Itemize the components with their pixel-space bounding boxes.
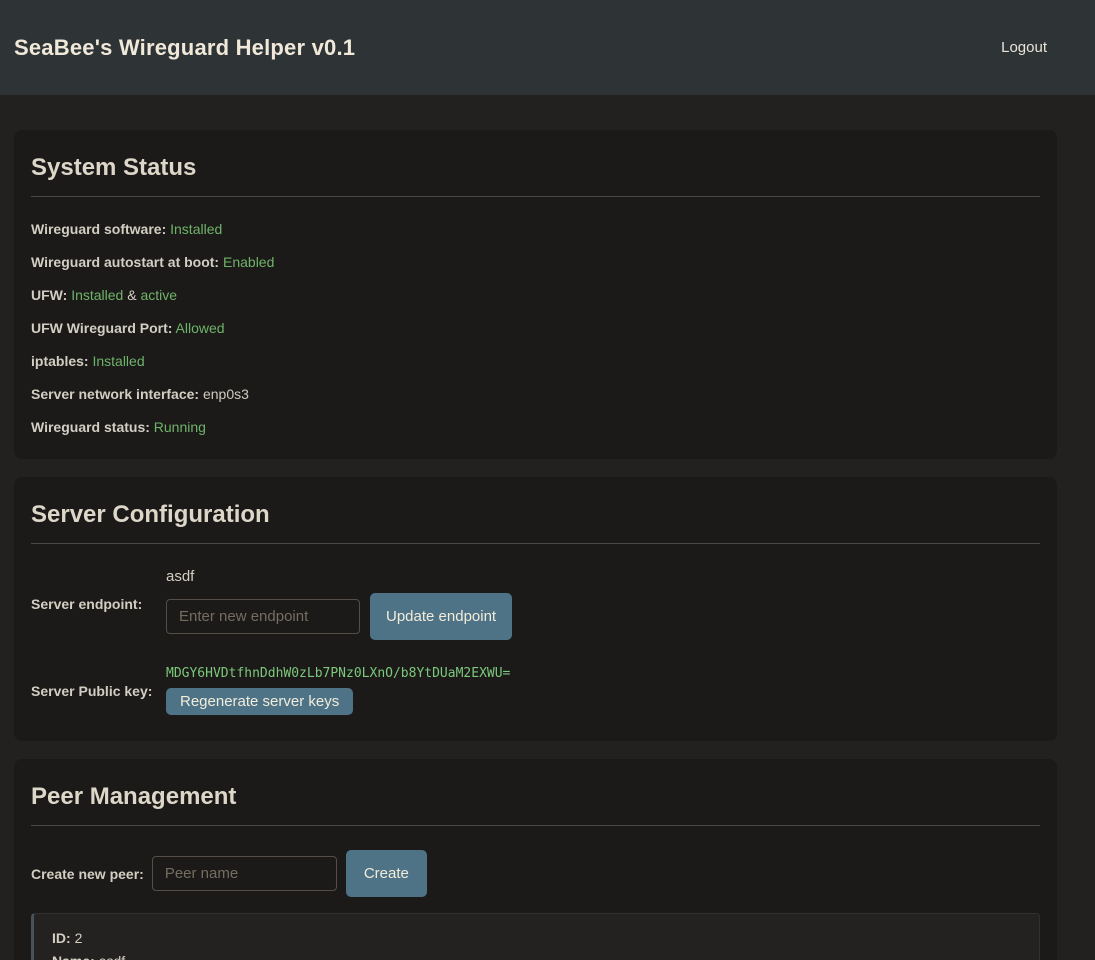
create-peer-button[interactable]: Create bbox=[346, 850, 427, 897]
status-value: Enabled bbox=[223, 254, 274, 270]
status-row-ufw-wireguard-port: UFW Wireguard Port: Allowed bbox=[31, 320, 1040, 336]
divider bbox=[31, 825, 1040, 826]
update-endpoint-button[interactable]: Update endpoint bbox=[370, 593, 512, 640]
logout-link[interactable]: Logout bbox=[1001, 39, 1047, 56]
peer-name-input[interactable] bbox=[152, 856, 337, 891]
peer-id-line: ID: 2 bbox=[52, 930, 1021, 946]
status-value: Installed bbox=[170, 221, 222, 237]
app-header: SeaBee's Wireguard Helper v0.1 Logout bbox=[0, 0, 1095, 95]
peer-id-value: 2 bbox=[75, 930, 83, 946]
status-row-wireguard-software: Wireguard software: Installed bbox=[31, 221, 1040, 237]
endpoint-form: Update endpoint bbox=[166, 593, 512, 640]
app-title: SeaBee's Wireguard Helper v0.1 bbox=[14, 35, 355, 61]
server-endpoint-content: asdf Update endpoint bbox=[166, 568, 512, 640]
regenerate-server-keys-button[interactable]: Regenerate server keys bbox=[166, 688, 353, 715]
server-public-key-label: Server Public key: bbox=[31, 683, 166, 699]
status-row-wireguard-status: Wireguard status: Running bbox=[31, 419, 1040, 435]
status-label: Server network interface: bbox=[31, 386, 199, 402]
peer-management-card: Peer Management Create new peer: Create … bbox=[14, 759, 1057, 960]
status-value: Installed bbox=[92, 353, 144, 369]
status-label: UFW: bbox=[31, 287, 67, 303]
peer-name-line: Name: asdf bbox=[52, 953, 1021, 960]
peer-item: ID: 2 Name: asdf Public Key: ckyOHj5Bk87… bbox=[31, 913, 1040, 960]
server-public-key-content: MDGY6HVDtfhnDdhW0zLb7PNz0LXnO/b8YtDUaM2E… bbox=[166, 666, 510, 715]
server-public-key-value: MDGY6HVDtfhnDdhW0zLb7PNz0LXnO/b8YtDUaM2E… bbox=[166, 666, 510, 681]
peer-management-title: Peer Management bbox=[31, 783, 1040, 811]
status-row-wireguard-autostart: Wireguard autostart at boot: Enabled bbox=[31, 254, 1040, 270]
create-peer-label: Create new peer: bbox=[31, 866, 144, 882]
server-public-key-row: Server Public key: MDGY6HVDtfhnDdhW0zLb7… bbox=[31, 666, 1040, 715]
status-label: Wireguard status: bbox=[31, 419, 150, 435]
system-status-title: System Status bbox=[31, 154, 1040, 182]
server-endpoint-row: Server endpoint: asdf Update endpoint bbox=[31, 568, 1040, 640]
status-value: Installed bbox=[71, 287, 123, 303]
status-value: enp0s3 bbox=[203, 386, 249, 402]
endpoint-input[interactable] bbox=[166, 599, 360, 634]
system-status-card: System Status Wireguard software: Instal… bbox=[14, 130, 1057, 459]
server-configuration-card: Server Configuration Server endpoint: as… bbox=[14, 477, 1057, 741]
divider bbox=[31, 196, 1040, 197]
peer-name-label: Name: bbox=[52, 953, 95, 960]
create-peer-row: Create new peer: Create bbox=[31, 850, 1040, 897]
status-value: Allowed bbox=[176, 320, 225, 336]
status-separator: & bbox=[127, 287, 136, 303]
divider bbox=[31, 543, 1040, 544]
peer-name-value: asdf bbox=[99, 953, 125, 960]
server-endpoint-current-value: asdf bbox=[166, 568, 512, 585]
status-row-network-interface: Server network interface: enp0s3 bbox=[31, 386, 1040, 402]
main-content: System Status Wireguard software: Instal… bbox=[0, 95, 1095, 960]
status-value: Running bbox=[154, 419, 206, 435]
status-row-ufw: UFW: Installed & active bbox=[31, 287, 1040, 303]
peer-id-label: ID: bbox=[52, 930, 71, 946]
status-value-2: active bbox=[140, 287, 177, 303]
status-row-iptables: iptables: Installed bbox=[31, 353, 1040, 369]
server-configuration-title: Server Configuration bbox=[31, 501, 1040, 529]
server-endpoint-label: Server endpoint: bbox=[31, 596, 166, 612]
status-label: Wireguard autostart at boot: bbox=[31, 254, 219, 270]
status-label: iptables: bbox=[31, 353, 89, 369]
status-label: Wireguard software: bbox=[31, 221, 166, 237]
status-label: UFW Wireguard Port: bbox=[31, 320, 172, 336]
